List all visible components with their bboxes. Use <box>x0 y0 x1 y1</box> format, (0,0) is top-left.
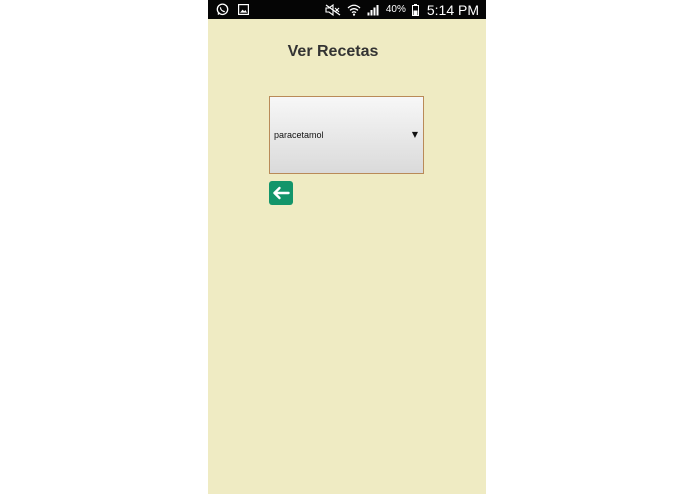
back-button[interactable] <box>269 181 293 205</box>
mute-icon <box>325 3 341 16</box>
status-bar: 40% 5:14 PM <box>208 0 486 19</box>
battery-percent: 40% <box>385 4 406 15</box>
dropdown-arrow-icon: ▼ <box>411 130 418 139</box>
gallery-notification-icon <box>238 4 249 15</box>
recipe-select-value: paracetamol <box>274 130 324 140</box>
wifi-icon <box>347 4 361 16</box>
signal-icon <box>367 4 380 16</box>
app-screen: 40% 5:14 PM Ver Recetas paracetamol ▼ <box>208 0 486 494</box>
arrow-left-icon <box>269 181 293 205</box>
recipe-select[interactable]: paracetamol ▼ <box>269 96 424 174</box>
page-title: Ver Recetas <box>287 43 379 60</box>
battery-icon <box>411 3 419 16</box>
whatsapp-icon <box>216 3 229 16</box>
status-time: 5:14 PM <box>426 1 479 18</box>
